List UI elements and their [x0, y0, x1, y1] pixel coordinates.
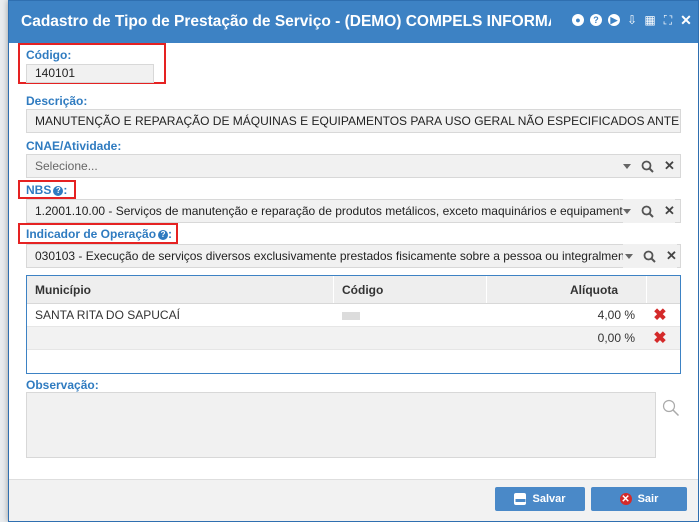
cnae-select[interactable]: Selecione... [26, 154, 681, 178]
exit-icon: ✕ [619, 493, 632, 505]
aliquota-cell: 0,00 % [597, 331, 635, 345]
calendar-icon[interactable]: ▦ [644, 14, 656, 26]
nbs-select[interactable]: 1.2001.10.00 - Serviços de manutenção e … [26, 199, 681, 223]
help-icon[interactable]: ? [158, 230, 169, 240]
clear-icon[interactable]: ✕ [664, 203, 675, 219]
fullscreen-icon[interactable]: ⛶ [662, 14, 674, 26]
table-row[interactable]: 0,00 % ✖ [27, 327, 680, 350]
search-icon[interactable] [641, 160, 654, 173]
form-content: Código: 140101 Descrição: MANUTENÇÃO E R… [9, 43, 698, 480]
help-icon[interactable]: ? [590, 14, 602, 26]
codigo-cell [334, 304, 487, 326]
clear-icon[interactable]: ✕ [666, 248, 677, 264]
title-bar-icons: ● ? ▶ ⇩ ▦ ⛶ ✕ [572, 13, 692, 27]
save-label: Salvar [532, 493, 566, 505]
table-row[interactable]: SANTA RITA DO SAPUCAÍ 4,00 % ✖ [27, 304, 680, 327]
search-icon[interactable] [662, 399, 680, 417]
circle-dot-icon[interactable]: ● [572, 14, 584, 26]
exit-label: Sair [637, 493, 659, 505]
title-bar[interactable]: Cadastro de Tipo de Prestação de Serviço… [9, 1, 698, 43]
dialog-footer: ▬ Salvar ✕ Sair [9, 479, 698, 521]
clear-icon[interactable]: ✕ [664, 158, 675, 174]
codigo-cell [334, 327, 487, 349]
dialog-window: Cadastro de Tipo de Prestação de Serviço… [8, 0, 699, 522]
column-codigo[interactable]: Código [334, 276, 487, 303]
observacao-textarea[interactable] [26, 392, 656, 458]
indicador-select[interactable]: 030103 - Execução de serviços diversos e… [26, 244, 681, 268]
municipio-table: Município Código Alíquota SANTA RITA DO … [26, 275, 681, 374]
descricao-field[interactable]: MANUTENÇÃO E REPARAÇÃO DE MÁQUINAS E EQU… [26, 109, 681, 133]
municipio-cell: SANTA RITA DO SAPUCAÍ [35, 308, 180, 322]
indicador-label: Indicador de Operação?: [26, 227, 173, 241]
search-icon[interactable] [643, 250, 656, 263]
delete-icon[interactable]: ✖ [647, 327, 673, 349]
chevron-down-icon[interactable] [623, 163, 631, 169]
column-municipio[interactable]: Município [27, 276, 334, 303]
forward-icon[interactable]: ▶ [608, 14, 620, 26]
save-icon: ▬ [514, 493, 527, 505]
indicador-controls: ✕ [623, 244, 677, 268]
observacao-label: Observação: [26, 378, 99, 392]
cnae-label: CNAE/Atividade: [26, 139, 122, 153]
help-icon[interactable]: ? [53, 186, 64, 196]
nbs-controls: ✕ [623, 199, 675, 223]
chevron-down-icon[interactable] [623, 208, 631, 214]
close-icon[interactable]: ✕ [680, 13, 692, 27]
descricao-label: Descrição: [26, 94, 88, 108]
download-icon[interactable]: ⇩ [626, 14, 638, 26]
municipio-cell [27, 327, 334, 349]
codigo-label: Código: [26, 48, 72, 62]
chevron-down-icon[interactable] [625, 253, 633, 259]
nbs-label: NBS?: [26, 183, 68, 197]
column-aliquota[interactable]: Alíquota [487, 276, 647, 303]
codigo-field[interactable]: 140101 [26, 64, 154, 83]
aliquota-cell: 4,00 % [597, 308, 635, 322]
exit-button[interactable]: ✕ Sair [591, 487, 687, 511]
save-button[interactable]: ▬ Salvar [495, 487, 585, 511]
search-icon[interactable] [641, 205, 654, 218]
table-header: Município Código Alíquota [27, 276, 680, 304]
cnae-controls: ✕ [623, 154, 675, 178]
delete-icon[interactable]: ✖ [647, 304, 673, 326]
window-title: Cadastro de Tipo de Prestação de Serviço… [21, 13, 551, 30]
